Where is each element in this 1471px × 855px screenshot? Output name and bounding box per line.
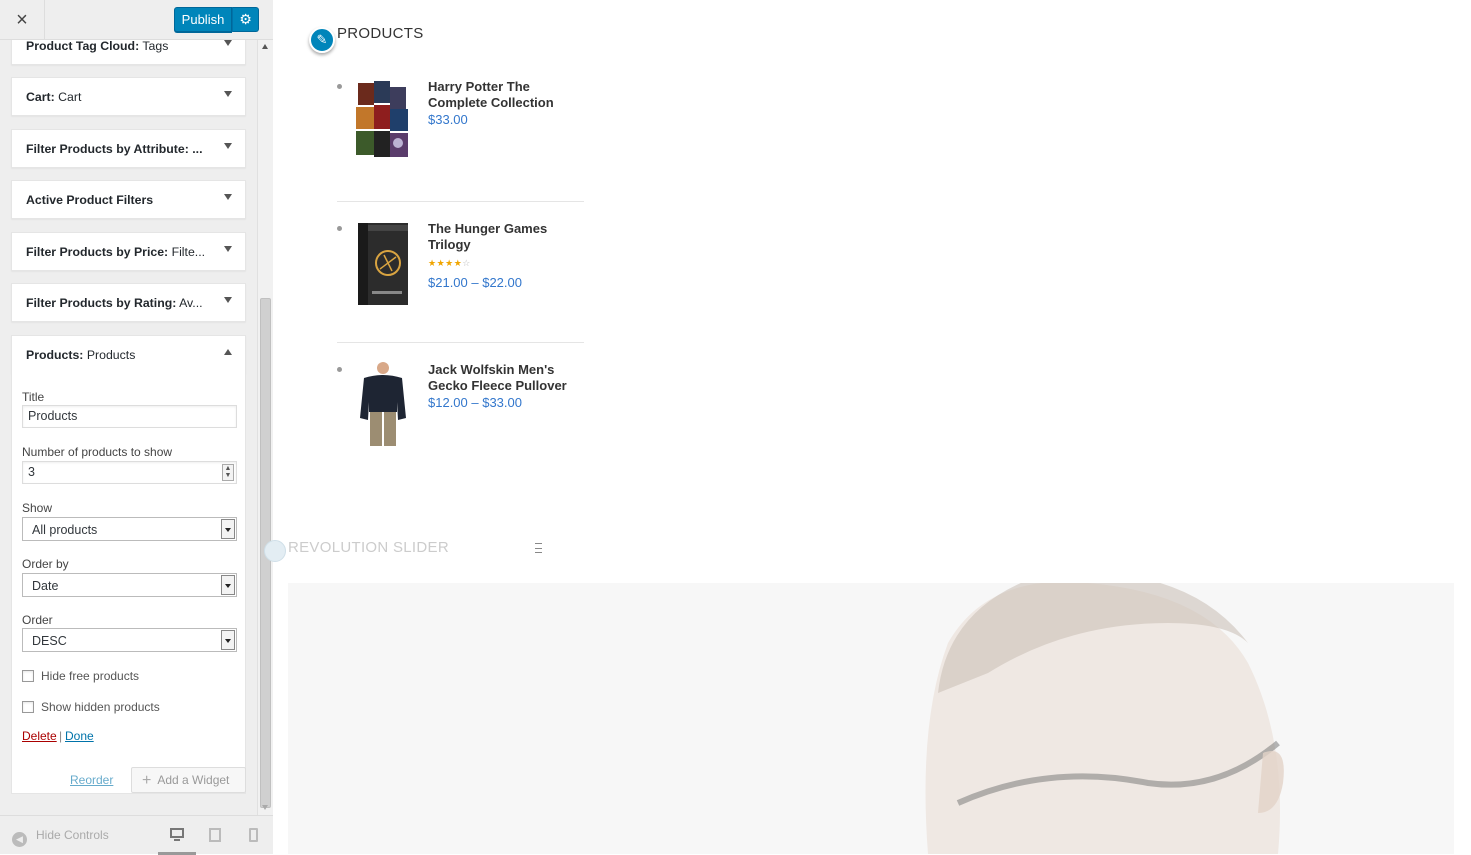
product-name[interactable]: The Hunger Games Trilogy xyxy=(428,221,578,253)
widget-title: Cart: Cart xyxy=(26,90,82,104)
mobile-preview-icon[interactable] xyxy=(249,828,258,842)
delete-link[interactable]: Delete xyxy=(22,729,57,743)
add-widget-label: Add a Widget xyxy=(157,773,230,787)
product-name[interactable]: Jack Wolfskin Men's Gecko Fleece Pullove… xyxy=(428,362,578,394)
widget-title: Filter Products by Price: Filte... xyxy=(26,245,206,259)
done-link[interactable]: Done xyxy=(65,729,94,743)
add-widget-button[interactable]: + Add a Widget xyxy=(131,767,246,793)
show-value: All products xyxy=(32,523,98,537)
widget-product-tag-cloud[interactable]: Product Tag Cloud: Tags xyxy=(11,40,246,65)
product-thumbnail[interactable] xyxy=(354,79,411,165)
chevron-down-icon[interactable] xyxy=(224,297,232,303)
dropdown-arrow-icon[interactable] xyxy=(221,630,235,650)
show-hidden-row: Show hidden products xyxy=(22,700,160,714)
order-value: DESC xyxy=(32,634,67,648)
number-value: 3 xyxy=(28,465,35,479)
products-widget-title: PRODUCTS xyxy=(337,25,424,42)
product-item[interactable]: Harry Potter The Complete Collection $33… xyxy=(337,79,584,169)
spinner-arrows-icon[interactable]: ▲ ▼ xyxy=(222,464,234,481)
show-hidden-checkbox[interactable] xyxy=(22,701,34,713)
customizer-sidebar: × Publish ⚙ Product Tag Cloud: Tags Cart… xyxy=(0,0,273,855)
list-bullet xyxy=(337,367,342,372)
edit-shortcut-icon[interactable] xyxy=(264,540,286,562)
hide-free-label: Hide free products xyxy=(41,669,140,683)
publish-button[interactable]: Publish xyxy=(174,7,232,32)
hide-controls-label: Hide Controls xyxy=(36,828,109,842)
list-bullet xyxy=(337,226,342,231)
scroll-down-icon[interactable] xyxy=(262,805,268,810)
panel-scrollbar[interactable] xyxy=(257,40,273,815)
product-divider xyxy=(337,201,584,202)
product-item[interactable]: Jack Wolfskin Men's Gecko Fleece Pullove… xyxy=(337,362,584,452)
site-preview: ✎ PRODUCTS Harry Potter The Complete Col… xyxy=(264,0,1471,854)
title-label: Title xyxy=(22,390,45,404)
plus-icon: + xyxy=(142,772,152,789)
hide-controls-button[interactable]: ◀ Hide Controls xyxy=(12,828,109,847)
revolution-slider-title: REVOLUTION SLIDER xyxy=(288,539,449,556)
tablet-preview-icon[interactable] xyxy=(209,828,221,842)
chevron-down-icon[interactable] xyxy=(224,143,232,149)
chevron-down-icon[interactable] xyxy=(224,40,232,46)
title-field[interactable]: Products xyxy=(22,405,237,428)
gear-icon[interactable]: ⚙ xyxy=(232,7,259,32)
widget-title: Filter Products by Rating: Av... xyxy=(26,296,203,310)
monitor-screen xyxy=(170,828,184,838)
hide-free-checkbox[interactable] xyxy=(22,670,34,682)
widget-filter-attribute[interactable]: Filter Products by Attribute: ... xyxy=(11,129,246,168)
orderby-select[interactable]: Date xyxy=(22,573,237,597)
close-icon[interactable]: × xyxy=(0,0,45,40)
widgets-panel: Product Tag Cloud: Tags Cart: Cart Filte… xyxy=(0,40,257,815)
dropdown-arrow-icon[interactable] xyxy=(221,519,235,539)
chevron-down-icon[interactable] xyxy=(224,91,232,97)
product-thumbnail[interactable] xyxy=(354,221,411,307)
widget-filter-rating[interactable]: Filter Products by Rating: Av... xyxy=(11,283,246,322)
show-label: Show xyxy=(22,501,53,515)
widget-title: Products: Products xyxy=(26,348,136,362)
revolution-slider-image xyxy=(288,583,1454,854)
number-stepper[interactable]: 3 ▲ ▼ xyxy=(22,461,237,484)
product-name[interactable]: Harry Potter The Complete Collection xyxy=(428,79,578,111)
widget-title: Active Product Filters xyxy=(26,193,154,207)
chevron-down-icon[interactable] xyxy=(224,246,232,252)
order-select[interactable]: DESC xyxy=(22,628,237,652)
customizer-header: × Publish ⚙ xyxy=(0,0,273,40)
chevron-up-icon[interactable] xyxy=(224,349,232,355)
widget-title: Product Tag Cloud: Tags xyxy=(26,40,169,53)
edit-pencil-icon[interactable]: ✎ xyxy=(309,27,335,53)
widget-title: Filter Products by Attribute: ... xyxy=(26,142,203,156)
product-price: $33.00 xyxy=(428,112,468,127)
customizer-footer: ◀ Hide Controls xyxy=(0,815,273,855)
product-divider xyxy=(337,342,584,343)
order-label: Order xyxy=(22,613,53,627)
chevron-down-icon[interactable] xyxy=(224,194,232,200)
widget-active-filters[interactable]: Active Product Filters xyxy=(11,180,246,219)
link-separator: | xyxy=(59,729,63,743)
orderby-label: Order by xyxy=(22,557,69,571)
desktop-preview-icon[interactable] xyxy=(170,828,184,842)
product-thumbnail[interactable] xyxy=(354,362,411,448)
show-select[interactable]: All products xyxy=(22,517,237,541)
dropdown-arrow-icon[interactable] xyxy=(221,575,235,595)
resize-handle[interactable] xyxy=(535,543,542,553)
scroll-up-icon[interactable] xyxy=(262,44,268,49)
monitor-stand xyxy=(174,839,180,841)
orderby-value: Date xyxy=(32,579,59,593)
product-price: $12.00 – $33.00 xyxy=(428,395,522,410)
widget-filter-price[interactable]: Filter Products by Price: Filte... xyxy=(11,232,246,271)
reorder-link[interactable]: Reorder xyxy=(70,773,113,787)
widget-products[interactable]: Products: Products xyxy=(11,335,246,374)
widget-cart[interactable]: Cart: Cart xyxy=(11,77,246,116)
star-rating: ★★★★☆ xyxy=(428,258,471,268)
number-label: Number of products to show xyxy=(22,445,173,459)
show-hidden-label: Show hidden products xyxy=(41,700,160,714)
hide-free-row: Hide free products xyxy=(22,669,139,683)
product-item[interactable]: The Hunger Games Trilogy ★★★★☆ $21.00 – … xyxy=(337,221,584,311)
product-price: $21.00 – $22.00 xyxy=(428,275,522,290)
products-widget-form: Title Products Number of products to sho… xyxy=(11,373,246,794)
list-bullet xyxy=(337,84,342,89)
collapse-arrow-icon: ◀ xyxy=(12,832,27,847)
